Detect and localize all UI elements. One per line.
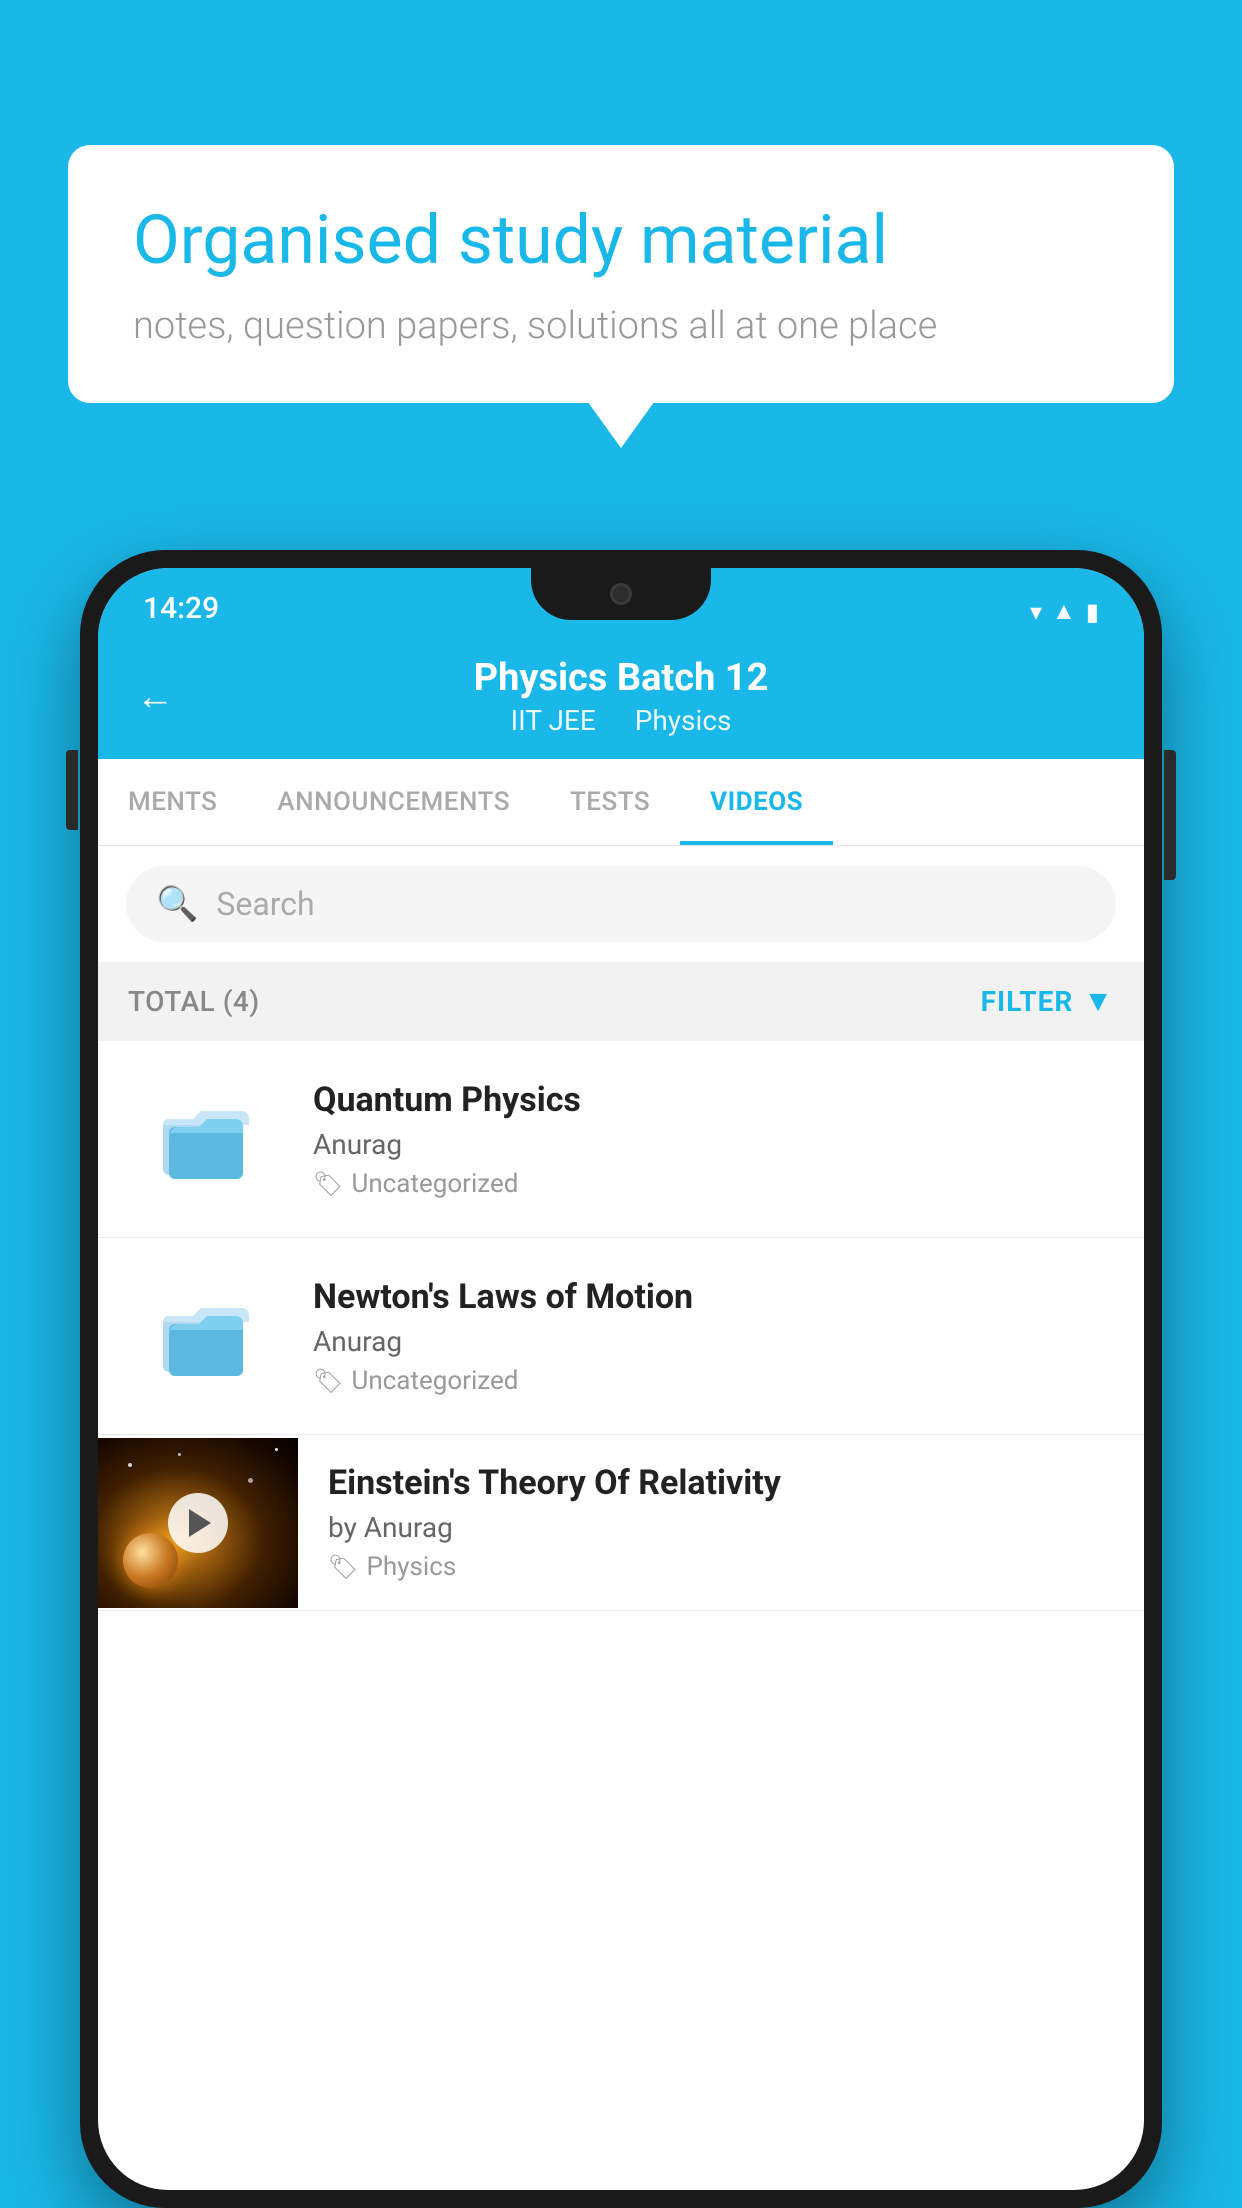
phone-outer: 14:29 ▾ ▲ ▮ ← Physics Batch 12 IIT JEE P…	[80, 550, 1162, 2208]
camera-dot	[610, 583, 632, 605]
signal-icon: ▲	[1052, 597, 1076, 626]
video-info-2: Newton's Laws of Motion Anurag 🏷 Uncateg…	[313, 1277, 1114, 1396]
speech-bubble: Organised study material notes, question…	[68, 145, 1174, 403]
video-tag-3: 🏷 Physics	[328, 1552, 1114, 1582]
tag-icon: 🏷	[328, 1553, 358, 1581]
search-bar[interactable]: 🔍 Search	[126, 866, 1116, 942]
status-time: 14:29	[143, 591, 219, 626]
tabs-container: MENTS ANNOUNCEMENTS TESTS VIDEOS	[98, 759, 1144, 846]
video-thumb-1	[128, 1079, 283, 1199]
filter-funnel-icon: ▼	[1083, 984, 1114, 1019]
play-triangle-icon	[189, 1509, 211, 1537]
tab-tests[interactable]: TESTS	[540, 759, 680, 845]
tab-videos[interactable]: VIDEOS	[680, 759, 833, 845]
video-author-3: by Anurag	[328, 1511, 1114, 1544]
phone-notch	[531, 568, 711, 620]
total-count-label: TOTAL (4)	[128, 985, 260, 1018]
search-icon: 🔍	[156, 884, 198, 924]
tab-announcements[interactable]: ANNOUNCEMENTS	[247, 759, 540, 845]
search-placeholder: Search	[216, 885, 314, 923]
bubble-subtitle: notes, question papers, solutions all at…	[133, 304, 1109, 348]
back-button[interactable]: ←	[136, 675, 174, 719]
status-icons: ▾ ▲ ▮	[1030, 597, 1099, 626]
list-item[interactable]: Newton's Laws of Motion Anurag 🏷 Uncateg…	[98, 1238, 1144, 1435]
filter-label: FILTER	[981, 985, 1074, 1018]
video-author-2: Anurag	[313, 1325, 1114, 1358]
folder-icon	[161, 1294, 251, 1379]
video-thumbnail-3	[98, 1438, 298, 1608]
tag-icon: 🏷	[313, 1170, 343, 1198]
list-item[interactable]: Quantum Physics Anurag 🏷 Uncategorized	[98, 1041, 1144, 1238]
video-tag-1: 🏷 Uncategorized	[313, 1169, 1114, 1199]
video-list: Quantum Physics Anurag 🏷 Uncategorized	[98, 1041, 1144, 1611]
video-info-1: Quantum Physics Anurag 🏷 Uncategorized	[313, 1080, 1114, 1199]
bubble-title: Organised study material	[133, 200, 1109, 282]
phone-container: 14:29 ▾ ▲ ▮ ← Physics Batch 12 IIT JEE P…	[80, 550, 1162, 2208]
phone-inner: 14:29 ▾ ▲ ▮ ← Physics Batch 12 IIT JEE P…	[98, 568, 1144, 2190]
speech-bubble-container: Organised study material notes, question…	[68, 145, 1174, 403]
tag-icon: 🏷	[313, 1367, 343, 1395]
header-content: Physics Batch 12 IIT JEE Physics	[474, 656, 769, 737]
video-title-3: Einstein's Theory Of Relativity	[328, 1463, 1114, 1503]
video-title-2: Newton's Laws of Motion	[313, 1277, 1114, 1317]
filter-button[interactable]: FILTER ▼	[981, 984, 1114, 1019]
battery-icon: ▮	[1086, 598, 1099, 626]
header-title: Physics Batch 12	[474, 656, 769, 700]
header-subtitle-part1: IIT JEE	[511, 704, 596, 737]
header-subtitle-part2: Physics	[635, 704, 732, 737]
search-container: 🔍 Search	[98, 846, 1144, 962]
video-thumb-2	[128, 1276, 283, 1396]
app-header: ← Physics Batch 12 IIT JEE Physics	[98, 636, 1144, 759]
video-author-1: Anurag	[313, 1128, 1114, 1161]
folder-icon	[161, 1097, 251, 1182]
video-title-1: Quantum Physics	[313, 1080, 1114, 1120]
video-info-3: Einstein's Theory Of Relativity by Anura…	[328, 1435, 1114, 1610]
tab-ments[interactable]: MENTS	[98, 759, 247, 845]
list-item[interactable]: Einstein's Theory Of Relativity by Anura…	[98, 1435, 1144, 1611]
header-subtitle: IIT JEE Physics	[474, 704, 769, 737]
filter-bar: TOTAL (4) FILTER ▼	[98, 962, 1144, 1041]
video-tag-2: 🏷 Uncategorized	[313, 1366, 1114, 1396]
play-button[interactable]	[168, 1493, 228, 1553]
wifi-icon: ▾	[1030, 598, 1042, 626]
